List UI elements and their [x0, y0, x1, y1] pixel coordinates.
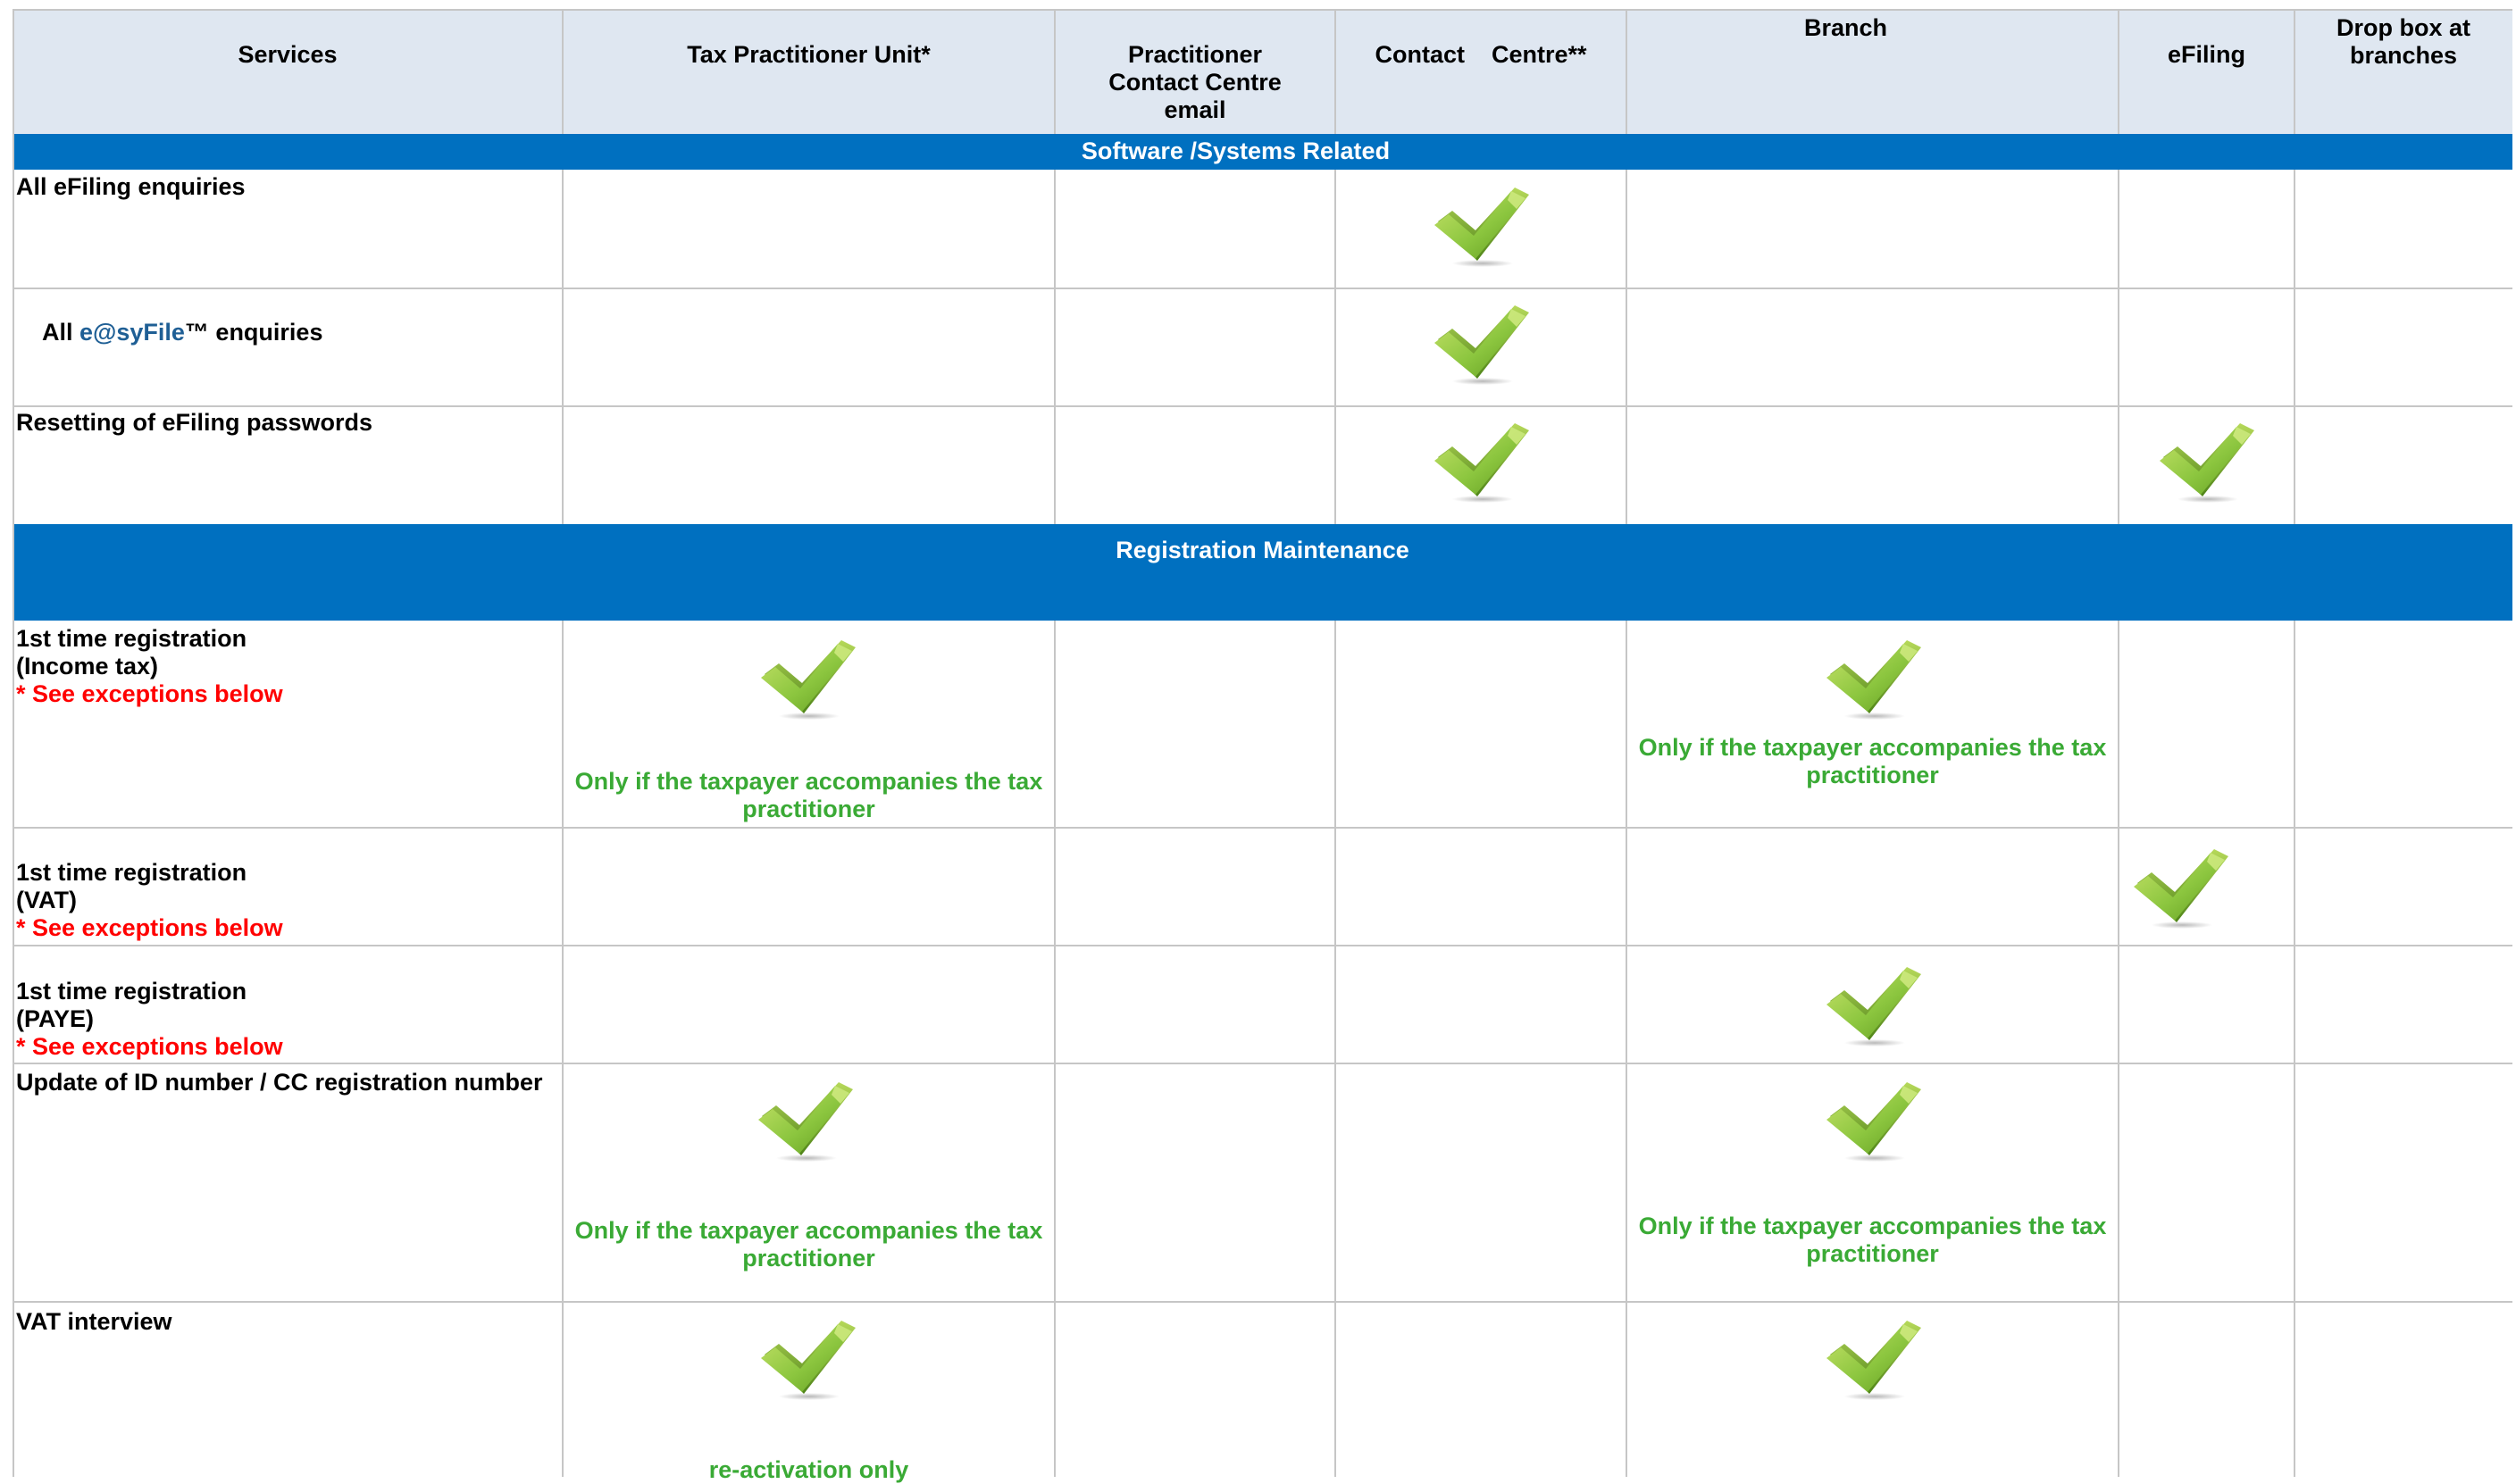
row-label-registration-vat: 1st time registration (VAT) * See except… [16, 859, 552, 942]
grid-line [562, 9, 564, 134]
check-mark-icon [1825, 1079, 1925, 1164]
check-mark-icon [1433, 302, 1533, 388]
row-label-update-id-number: Update of ID number / CC registration nu… [16, 1069, 543, 1096]
check-mark-icon [759, 1317, 859, 1403]
check-mark-icon [1433, 184, 1533, 270]
check-mark-icon [1433, 420, 1533, 505]
check-mark-icon [759, 637, 859, 722]
exceptions-note: * See exceptions below [16, 1033, 283, 1060]
col-header-efiling: eFiling [2168, 41, 2245, 68]
grid-line [1054, 170, 1056, 524]
col-header-tax-practitioner-unit: Tax Practitioner Unit* [687, 41, 931, 68]
practitioner-email-line-2: Contact Centre [1108, 69, 1282, 96]
grid-line [2118, 621, 2119, 1477]
grid-line [562, 621, 564, 1477]
grid-line [1334, 170, 1336, 524]
practitioner-email-line-3: email [1164, 96, 1226, 123]
grid-line [1054, 621, 1056, 1477]
col-header-practitioner-email: Practitioner Contact Centre email [1055, 9, 1335, 134]
grid-line [13, 9, 2512, 11]
grid-line [1334, 9, 1336, 134]
condition-note-tpu-income: Only if the taxpayer accompanies the tax… [574, 768, 1043, 822]
grid-line [2118, 9, 2119, 134]
services-table: Services Tax Practitioner Unit* Practiti… [13, 9, 2512, 1483]
practitioner-email-line-1: Practitioner [1127, 41, 1263, 68]
grid-line [13, 9, 14, 1477]
row-label-vat-interview: VAT interview [16, 1308, 172, 1335]
grid-line [1054, 9, 1056, 134]
condition-note-branch-update-id: Only if the taxpayer accompanies the tax… [1638, 1213, 2107, 1267]
grid-line [13, 827, 2512, 829]
grid-line [2294, 9, 2295, 134]
drop-box-line-1: Drop box at [2336, 14, 2470, 41]
check-mark-icon [1825, 1317, 1925, 1403]
col-header-contact-centre: Contact Centre** [1375, 41, 1587, 68]
col-header-services: Services [238, 41, 338, 68]
grid-line [2294, 621, 2295, 1477]
grid-line [1334, 621, 1336, 1477]
exceptions-note: * See exceptions below [16, 680, 283, 707]
col-header-branch: Branch [1803, 14, 1888, 41]
grid-line [2118, 170, 2119, 524]
check-mark-icon [1825, 963, 1925, 1049]
condition-note-tpu-update-id: Only if the taxpayer accompanies the tax… [574, 1217, 1043, 1271]
grid-line [13, 405, 2512, 407]
grid-line [13, 945, 2512, 946]
drop-box-line-2: branches [2349, 42, 2458, 69]
grid-line [13, 1301, 2512, 1303]
exceptions-note: * See exceptions below [16, 914, 283, 941]
grid-line [13, 1063, 2512, 1064]
grid-line [2294, 170, 2295, 524]
check-mark-icon [2132, 846, 2232, 931]
grid-line [1626, 621, 1627, 1477]
section-software-systems: Software /Systems Related [13, 134, 2512, 170]
row-label-registration-paye: 1st time registration (PAYE) * See excep… [16, 978, 552, 1061]
grid-line [1626, 170, 1627, 524]
row-label-efiling-enquiries: All eFiling enquiries [16, 173, 246, 200]
check-mark-icon [2158, 420, 2258, 505]
row-label-easyfile-enquiries: All e@syFile™ enquiries [42, 319, 323, 346]
section-registration-maintenance: Registration Maintenance [13, 524, 2512, 621]
col-header-drop-box: Drop box at branches [2294, 9, 2512, 134]
grid-line [13, 288, 2512, 289]
grid-line [562, 170, 564, 524]
grid-line [1626, 9, 1627, 134]
check-mark-icon [1825, 637, 1925, 722]
condition-note-tpu-vat-interview: re-activation only [708, 1456, 909, 1483]
row-label-registration-income-tax: 1st time registration (Income tax) * See… [16, 625, 552, 708]
row-label-reset-passwords: Resetting of eFiling passwords [16, 409, 373, 436]
condition-note-branch-income: Only if the taxpayer accompanies the tax… [1638, 734, 2107, 788]
check-mark-icon [756, 1079, 857, 1164]
easyfile-brand: e@syFile [79, 319, 185, 346]
